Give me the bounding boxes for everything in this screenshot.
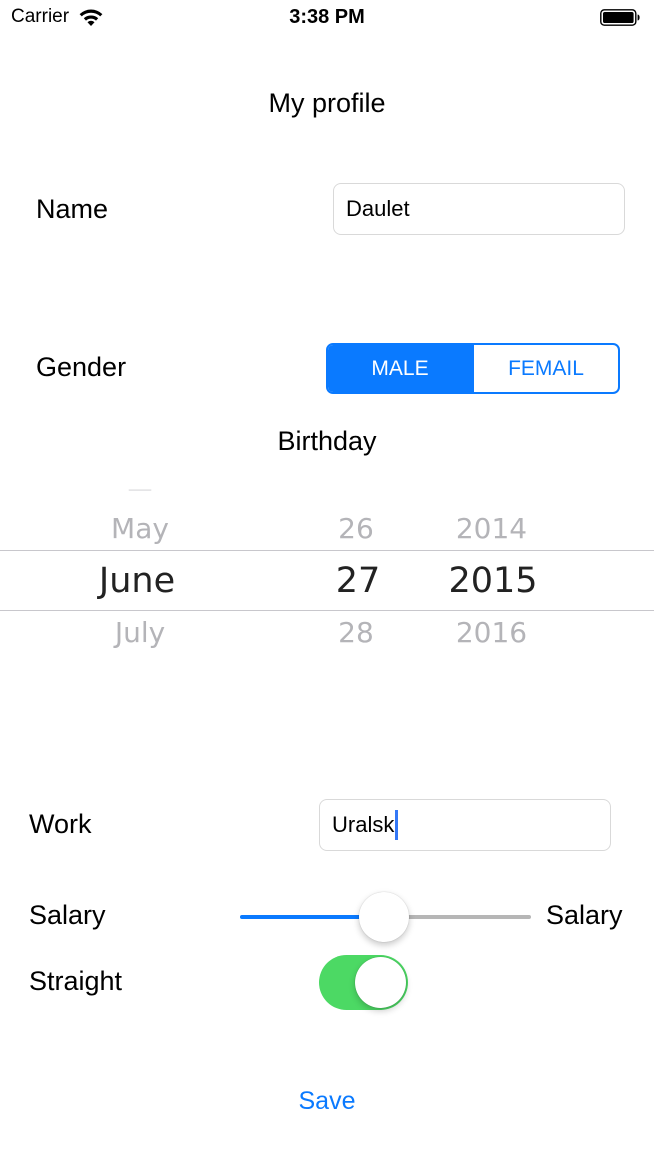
picker-day-selected[interactable]: 27 (300, 561, 416, 601)
straight-switch-knob (355, 957, 406, 1008)
picker-month-column[interactable]: — May June July (40, 474, 240, 670)
salary-value-label: Salary (546, 900, 623, 930)
work-field-value: Uralsk (332, 812, 395, 837)
picker-month-selected[interactable]: June (34, 561, 240, 601)
status-bar-time: 3:38 PM (289, 6, 365, 28)
save-button[interactable]: Save (0, 1087, 654, 1116)
picker-day-next[interactable]: 28 (296, 616, 416, 649)
gender-segmented-control: MALE FEMAIL (326, 343, 620, 394)
work-field[interactable]: Uralsk (319, 799, 611, 851)
straight-switch[interactable] (319, 955, 408, 1010)
birthday-date-picker[interactable]: — May June July 26 27 28 2014 2015 2016 (0, 474, 654, 670)
page-title: My profile (268, 88, 386, 118)
picker-year-column[interactable]: 2014 2015 2016 (424, 488, 564, 670)
picker-day-column[interactable]: 26 27 28 (296, 488, 416, 670)
picker-day-prev[interactable]: 26 (296, 512, 416, 545)
gender-label: Gender (36, 352, 127, 382)
picker-month-faint-above: — (127, 474, 153, 503)
work-label: Work (29, 809, 92, 839)
picker-month-next[interactable]: July (40, 616, 240, 649)
name-field-value: Daulet (346, 196, 410, 221)
name-label: Name (36, 194, 109, 224)
salary-label: Salary (29, 900, 106, 930)
picker-year-next[interactable]: 2016 (419, 616, 564, 649)
picker-year-selected[interactable]: 2015 (422, 561, 564, 601)
picker-month-prev[interactable]: May (40, 512, 240, 545)
segment-female[interactable]: FEMAIL (472, 345, 618, 392)
text-cursor (395, 810, 399, 840)
salary-slider-thumb[interactable] (359, 892, 409, 942)
segment-male[interactable]: MALE (328, 345, 472, 392)
picker-year-prev[interactable]: 2014 (419, 512, 564, 545)
name-field[interactable]: Daulet (333, 183, 625, 235)
birthday-title: Birthday (277, 426, 377, 456)
battery-icon (600, 9, 640, 26)
straight-label: Straight (29, 966, 123, 996)
